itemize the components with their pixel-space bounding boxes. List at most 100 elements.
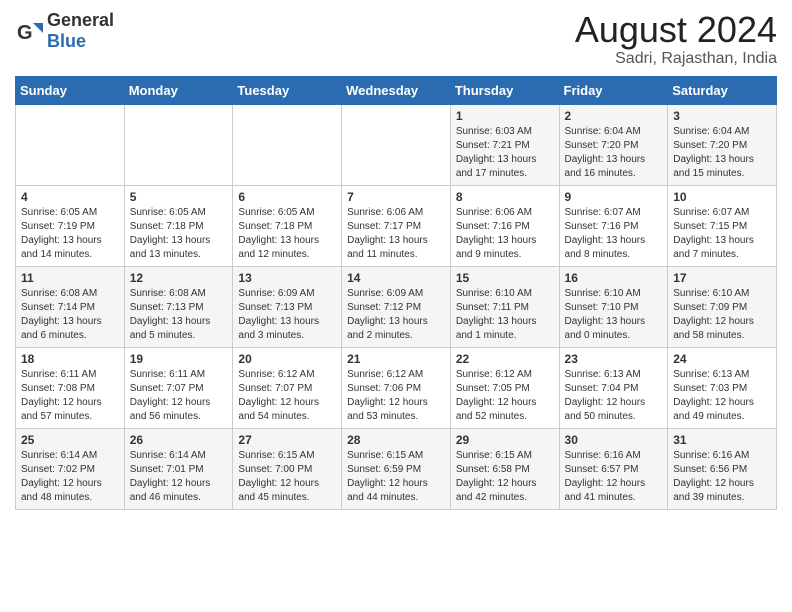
day-number: 8 <box>456 190 554 204</box>
day-info: Sunrise: 6:15 AM Sunset: 6:59 PM Dayligh… <box>347 449 445 505</box>
calendar-cell: 12 Sunrise: 6:08 AM Sunset: 7:13 PM Dayli… <box>124 266 233 347</box>
day-number: 15 <box>456 271 554 285</box>
day-info: Sunrise: 6:07 AM Sunset: 7:16 PM Dayligh… <box>565 206 663 262</box>
calendar-cell: 23 Sunrise: 6:13 AM Sunset: 7:04 PM Dayli… <box>559 347 668 428</box>
day-info: Sunrise: 6:05 AM Sunset: 7:18 PM Dayligh… <box>130 206 228 262</box>
day-info: Sunrise: 6:10 AM Sunset: 7:09 PM Dayligh… <box>673 287 771 343</box>
day-info: Sunrise: 6:07 AM Sunset: 7:15 PM Dayligh… <box>673 206 771 262</box>
day-number: 14 <box>347 271 445 285</box>
calendar-cell: 7 Sunrise: 6:06 AM Sunset: 7:17 PM Daylig… <box>342 185 451 266</box>
weekday-header-row: SundayMondayTuesdayWednesdayThursdayFrid… <box>16 76 777 104</box>
day-number: 28 <box>347 433 445 447</box>
day-number: 4 <box>21 190 119 204</box>
logo: G General Blue <box>15 10 114 52</box>
calendar-cell: 5Sunrise: 6:05 AM Sunset: 7:18 PM Daylig… <box>124 185 233 266</box>
calendar-cell: 14Sunrise: 6:09 AM Sunset: 7:12 PM Dayli… <box>342 266 451 347</box>
calendar-cell: 25 Sunrise: 6:14 AM Sunset: 7:02 PM Dayli… <box>16 428 125 509</box>
logo-general: General <box>47 10 114 30</box>
day-info: Sunrise: 6:16 AM Sunset: 6:57 PM Dayligh… <box>565 449 663 505</box>
day-info: Sunrise: 6:06 AM Sunset: 7:17 PM Dayligh… <box>347 206 445 262</box>
calendar-cell: 26 Sunrise: 6:14 AM Sunset: 7:01 PM Dayli… <box>124 428 233 509</box>
day-number: 18 <box>21 352 119 366</box>
calendar-cell: 21 Sunrise: 6:12 AM Sunset: 7:06 PM Dayli… <box>342 347 451 428</box>
day-info: Sunrise: 6:13 AM Sunset: 7:03 PM Dayligh… <box>673 368 771 424</box>
logo-icon: G <box>15 17 43 45</box>
day-number: 20 <box>238 352 336 366</box>
day-number: 1 <box>456 109 554 123</box>
day-info: Sunrise: 6:14 AM Sunset: 7:02 PM Dayligh… <box>21 449 119 505</box>
day-number: 22 <box>456 352 554 366</box>
day-info: Sunrise: 6:11 AM Sunset: 7:07 PM Dayligh… <box>130 368 228 424</box>
day-number: 3 <box>673 109 771 123</box>
day-number: 25 <box>21 433 119 447</box>
calendar-cell: 31Sunrise: 6:16 AM Sunset: 6:56 PM Dayli… <box>668 428 777 509</box>
calendar-cell: 24 Sunrise: 6:13 AM Sunset: 7:03 PM Dayli… <box>668 347 777 428</box>
calendar-cell <box>124 104 233 185</box>
day-number: 13 <box>238 271 336 285</box>
svg-text:G: G <box>17 22 33 44</box>
day-number: 17 <box>673 271 771 285</box>
calendar-week-row: 25 Sunrise: 6:14 AM Sunset: 7:02 PM Dayli… <box>16 428 777 509</box>
day-info: Sunrise: 6:03 AM Sunset: 7:21 PM Dayligh… <box>456 125 554 181</box>
day-info: Sunrise: 6:15 AM Sunset: 7:00 PM Dayligh… <box>238 449 336 505</box>
day-info: Sunrise: 6:12 AM Sunset: 7:07 PM Dayligh… <box>238 368 336 424</box>
calendar-cell: 1 Sunrise: 6:03 AM Sunset: 7:21 PM Daylig… <box>450 104 559 185</box>
day-info: Sunrise: 6:04 AM Sunset: 7:20 PM Dayligh… <box>673 125 771 181</box>
calendar-cell: 15 Sunrise: 6:10 AM Sunset: 7:11 PM Dayli… <box>450 266 559 347</box>
calendar-cell: 20 Sunrise: 6:12 AM Sunset: 7:07 PM Dayli… <box>233 347 342 428</box>
calendar-week-row: 18 Sunrise: 6:11 AM Sunset: 7:08 PM Dayli… <box>16 347 777 428</box>
day-number: 7 <box>347 190 445 204</box>
day-info: Sunrise: 6:13 AM Sunset: 7:04 PM Dayligh… <box>565 368 663 424</box>
logo-blue: Blue <box>47 31 86 51</box>
weekday-header-sunday: Sunday <box>16 76 125 104</box>
calendar-cell: 16Sunrise: 6:10 AM Sunset: 7:10 PM Dayli… <box>559 266 668 347</box>
calendar-table: SundayMondayTuesdayWednesdayThursdayFrid… <box>15 76 777 510</box>
calendar-cell: 11Sunrise: 6:08 AM Sunset: 7:14 PM Dayli… <box>16 266 125 347</box>
calendar-cell: 8 Sunrise: 6:06 AM Sunset: 7:16 PM Daylig… <box>450 185 559 266</box>
day-info: Sunrise: 6:06 AM Sunset: 7:16 PM Dayligh… <box>456 206 554 262</box>
day-info: Sunrise: 6:14 AM Sunset: 7:01 PM Dayligh… <box>130 449 228 505</box>
calendar-cell <box>233 104 342 185</box>
calendar-cell <box>342 104 451 185</box>
header: G General Blue August 2024 Sadri, Rajast… <box>15 10 777 68</box>
calendar-cell: 3 Sunrise: 6:04 AM Sunset: 7:20 PM Daylig… <box>668 104 777 185</box>
calendar-cell: 17 Sunrise: 6:10 AM Sunset: 7:09 PM Dayli… <box>668 266 777 347</box>
calendar-week-row: 4Sunrise: 6:05 AM Sunset: 7:19 PM Daylig… <box>16 185 777 266</box>
weekday-header-friday: Friday <box>559 76 668 104</box>
calendar-cell: 4Sunrise: 6:05 AM Sunset: 7:19 PM Daylig… <box>16 185 125 266</box>
calendar-week-row: 1 Sunrise: 6:03 AM Sunset: 7:21 PM Daylig… <box>16 104 777 185</box>
day-info: Sunrise: 6:10 AM Sunset: 7:11 PM Dayligh… <box>456 287 554 343</box>
day-number: 29 <box>456 433 554 447</box>
day-number: 26 <box>130 433 228 447</box>
calendar-week-row: 11Sunrise: 6:08 AM Sunset: 7:14 PM Dayli… <box>16 266 777 347</box>
day-info: Sunrise: 6:04 AM Sunset: 7:20 PM Dayligh… <box>565 125 663 181</box>
month-year-title: August 2024 <box>575 10 777 50</box>
day-number: 10 <box>673 190 771 204</box>
calendar-cell: 9Sunrise: 6:07 AM Sunset: 7:16 PM Daylig… <box>559 185 668 266</box>
day-number: 19 <box>130 352 228 366</box>
day-info: Sunrise: 6:05 AM Sunset: 7:18 PM Dayligh… <box>238 206 336 262</box>
day-number: 2 <box>565 109 663 123</box>
weekday-header-monday: Monday <box>124 76 233 104</box>
calendar-cell: 28 Sunrise: 6:15 AM Sunset: 6:59 PM Dayli… <box>342 428 451 509</box>
location-subtitle: Sadri, Rajasthan, India <box>575 50 777 68</box>
calendar-cell: 2 Sunrise: 6:04 AM Sunset: 7:20 PM Daylig… <box>559 104 668 185</box>
day-number: 6 <box>238 190 336 204</box>
day-number: 12 <box>130 271 228 285</box>
calendar-cell: 27 Sunrise: 6:15 AM Sunset: 7:00 PM Dayli… <box>233 428 342 509</box>
day-number: 23 <box>565 352 663 366</box>
calendar-cell: 6 Sunrise: 6:05 AM Sunset: 7:18 PM Daylig… <box>233 185 342 266</box>
day-info: Sunrise: 6:12 AM Sunset: 7:06 PM Dayligh… <box>347 368 445 424</box>
day-info: Sunrise: 6:08 AM Sunset: 7:13 PM Dayligh… <box>130 287 228 343</box>
day-number: 21 <box>347 352 445 366</box>
day-info: Sunrise: 6:16 AM Sunset: 6:56 PM Dayligh… <box>673 449 771 505</box>
day-number: 27 <box>238 433 336 447</box>
day-number: 24 <box>673 352 771 366</box>
day-number: 30 <box>565 433 663 447</box>
calendar-cell: 10 Sunrise: 6:07 AM Sunset: 7:15 PM Dayli… <box>668 185 777 266</box>
day-info: Sunrise: 6:11 AM Sunset: 7:08 PM Dayligh… <box>21 368 119 424</box>
day-info: Sunrise: 6:09 AM Sunset: 7:13 PM Dayligh… <box>238 287 336 343</box>
day-number: 16 <box>565 271 663 285</box>
calendar-cell <box>16 104 125 185</box>
weekday-header-thursday: Thursday <box>450 76 559 104</box>
